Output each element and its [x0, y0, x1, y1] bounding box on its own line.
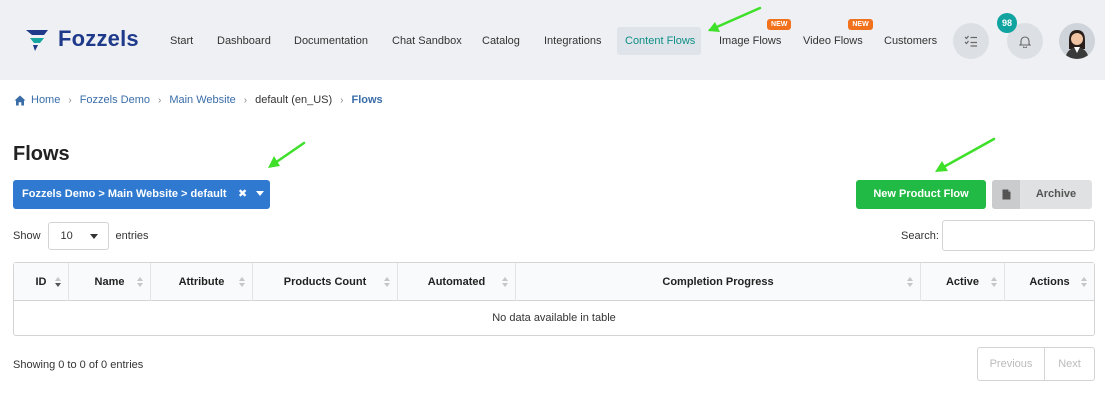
column-header-active[interactable]: Active [921, 263, 1005, 301]
new-badge: NEW [848, 19, 873, 30]
archive-button[interactable]: Archive [992, 180, 1092, 209]
page-length-select[interactable]: 10 [47, 222, 109, 250]
breadcrumb-current: Flows [351, 94, 383, 106]
nav-item-content-flows[interactable]: Content Flows [617, 27, 701, 55]
nav-item-documentation[interactable]: Documentation [286, 27, 376, 55]
column-label: Attribute [178, 276, 225, 288]
annotation-arrow [935, 137, 996, 172]
notification-count-badge: 98 [997, 13, 1017, 33]
brand-name: Fozzels [58, 26, 139, 51]
nav-item-label: Video Flows [803, 35, 863, 47]
chevron-down-icon [89, 234, 98, 239]
nav-item-catalog[interactable]: Catalog [474, 27, 528, 55]
sort-icon [384, 277, 391, 288]
archive-icon-box [992, 180, 1020, 209]
nav-item-start[interactable]: Start [162, 27, 201, 55]
page-title: Flows [13, 143, 70, 165]
column-label: Actions [1029, 276, 1070, 288]
breadcrumb-item[interactable]: Fozzels Demo [80, 94, 150, 106]
nav-item-chat-sandbox[interactable]: Chat Sandbox [384, 27, 470, 55]
new-badge: NEW [767, 19, 792, 30]
breadcrumb: Home › Fozzels Demo › Main Website › def… [14, 92, 383, 108]
previous-page-button[interactable]: Previous [978, 348, 1045, 380]
nav-item-dashboard[interactable]: Dashboard [209, 27, 279, 55]
page-length-value: 10 [60, 230, 73, 242]
user-avatar-image [1059, 23, 1095, 59]
sort-icon [991, 277, 998, 288]
column-header-products-count[interactable]: Products Count [253, 263, 398, 301]
list-check-icon [964, 35, 977, 47]
bell-icon [1019, 35, 1031, 48]
nav-item-integrations[interactable]: Integrations [536, 27, 609, 55]
column-label: Name [94, 276, 125, 288]
column-label: Automated [427, 276, 486, 288]
brand-logo[interactable]: Fozzels [24, 26, 139, 52]
column-header-id[interactable]: ID [14, 263, 69, 301]
user-avatar[interactable] [1059, 23, 1095, 59]
column-header-automated[interactable]: Automated [398, 263, 516, 301]
show-label: Show [13, 230, 41, 242]
clear-icon[interactable]: ✖ [238, 180, 247, 209]
chevron-right-icon: › [157, 94, 162, 106]
scope-filter-label: Fozzels Demo > Main Website > default [22, 188, 227, 200]
breadcrumb-item[interactable]: Main Website [169, 94, 235, 106]
search-input[interactable] [942, 220, 1095, 251]
empty-table-message: No data available in table [492, 312, 616, 324]
document-icon [1002, 189, 1010, 200]
fozzels-logo-icon [26, 30, 48, 51]
breadcrumb-home[interactable]: Home [31, 94, 60, 106]
breadcrumb-item[interactable]: default (en_US) [255, 94, 332, 106]
nav-item-customers[interactable]: Customers [876, 27, 945, 55]
sort-icon [907, 277, 914, 288]
column-header-completion-progress[interactable]: Completion Progress [516, 263, 921, 301]
nav-item-video-flows[interactable]: Video Flows NEW [795, 19, 873, 55]
chevron-right-icon: › [340, 94, 344, 106]
column-label: ID [35, 276, 47, 288]
notifications-button[interactable]: 98 [997, 13, 1043, 59]
scope-filter-dropdown[interactable]: Fozzels Demo > Main Website > default ✖ [13, 180, 270, 209]
archive-label: Archive [1035, 188, 1077, 200]
column-label: Completion Progress [662, 276, 774, 288]
new-product-flow-button[interactable]: New Product Flow [856, 180, 986, 209]
sort-icon [502, 277, 509, 288]
entries-label: entries [115, 230, 149, 242]
table-info: Showing 0 to 0 of 0 entries [13, 359, 144, 371]
annotation-arrow [708, 6, 762, 32]
nav-item-label: Image Flows [719, 35, 782, 47]
column-label: Active [945, 276, 980, 288]
column-label: Products Count [283, 276, 367, 288]
next-page-button[interactable]: Next [1045, 348, 1094, 380]
chevron-down-icon [256, 191, 264, 196]
search-label: Search: [901, 230, 939, 242]
column-header-name[interactable]: Name [69, 263, 151, 301]
home-icon [14, 95, 26, 105]
sort-icon [137, 277, 144, 288]
page-length-control: Show 10 entries [13, 222, 149, 250]
top-navigation-bar: Fozzels Start Dashboard Documentation Ch… [0, 0, 1105, 80]
sort-icon [1081, 277, 1088, 288]
pagination: Previous Next [977, 347, 1095, 381]
chevron-right-icon: › [68, 94, 72, 106]
annotation-arrow [268, 141, 306, 168]
table-header: ID Name Attribute Products Count Automat… [14, 263, 1094, 301]
column-header-attribute[interactable]: Attribute [151, 263, 253, 301]
chevron-right-icon: › [243, 94, 248, 106]
tasks-button[interactable] [953, 23, 989, 59]
flows-table: ID Name Attribute Products Count Automat… [13, 262, 1095, 336]
column-header-actions[interactable]: Actions [1005, 263, 1094, 301]
sort-icon [239, 277, 246, 288]
sort-icon [55, 277, 62, 288]
